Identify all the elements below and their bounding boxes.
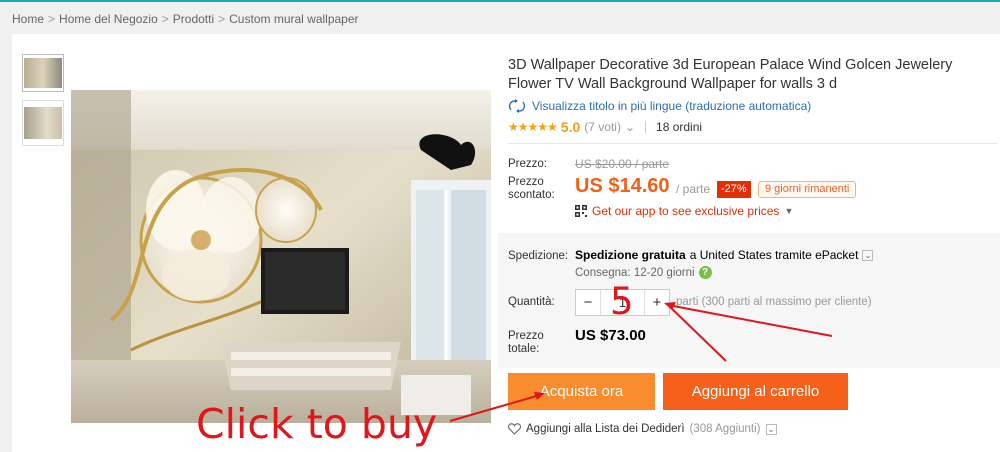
wishlist-dropdown-icon[interactable]: ⌄ <box>765 423 777 435</box>
quantity-label: Quantità: <box>508 296 555 308</box>
product-main-image[interactable] <box>71 90 491 423</box>
discount-badge: -27% <box>717 181 751 198</box>
breadcrumb-separator: > <box>161 12 169 26</box>
thumbnail-image <box>24 107 62 139</box>
original-price: US $20.00 / parte <box>575 157 670 171</box>
top-accent-bar <box>0 0 1000 2</box>
translate-link-text[interactable]: Visualizza titolo in più lingue (traduzi… <box>532 99 811 113</box>
translate-title-link[interactable]: Visualizza titolo in più lingue (traduzi… <box>508 99 811 113</box>
divider <box>645 121 647 133</box>
app-prices-link[interactable]: Get our app to see exclusive prices ▼ <box>575 204 793 218</box>
total-price: US $73.00 <box>575 327 646 344</box>
add-to-cart-button[interactable]: Aggiungi al carrello <box>663 373 848 410</box>
app-prices-text[interactable]: Get our app to see exclusive prices <box>592 204 779 218</box>
chevron-down-icon[interactable]: ⌄ <box>625 120 635 134</box>
breadcrumb-products[interactable]: Prodotti <box>173 12 214 26</box>
total-price-label: Prezzo totale: <box>508 330 544 355</box>
heart-icon <box>508 423 521 435</box>
days-left-badge: 9 giorni rimanenti <box>758 181 857 198</box>
breadcrumb-separator: > <box>48 12 56 26</box>
shipping-destination: a United States tramite ePacket <box>689 248 859 262</box>
price-unit: / parte <box>676 182 711 196</box>
rating-row: ★★★★★ 5.0 (7 voti) ⌄ 18 ordini <box>508 119 702 135</box>
breadcrumb-separator: > <box>218 12 226 26</box>
discount-price: US $14.60 <box>575 175 670 197</box>
quantity-decrease-button[interactable]: − <box>576 290 600 315</box>
help-icon[interactable]: ? <box>698 266 712 279</box>
price-label: Prezzo: <box>508 158 547 170</box>
rating-votes[interactable]: (7 voti) <box>584 120 621 134</box>
rating-score: 5.0 <box>560 119 581 135</box>
shipping-dropdown-icon[interactable]: ⌄ <box>862 249 874 261</box>
quantity-hint: parti (300 parti al massimo per cliente) <box>676 296 872 308</box>
qr-code-icon <box>575 205 587 217</box>
thumbnail-1[interactable] <box>22 54 64 92</box>
delivery-info: Consegna: 12-20 giorni ? <box>575 266 712 279</box>
shipping-label: Spedizione: <box>508 250 569 262</box>
thumbnail-image <box>24 58 62 88</box>
wishlist-text[interactable]: Aggiungi alla Lista dei Dediderì <box>526 423 685 435</box>
divider <box>508 143 998 144</box>
breadcrumb: Home > Home del Negozio > Prodotti > Cus… <box>12 12 359 26</box>
breadcrumb-store-home[interactable]: Home del Negozio <box>59 12 158 26</box>
quantity-increase-button[interactable]: + <box>645 290 669 315</box>
caret-down-icon[interactable]: ▼ <box>784 206 793 216</box>
shipping-info: Spedizione gratuita a United States tram… <box>575 248 874 262</box>
thumbnail-2[interactable] <box>22 100 64 146</box>
annotation-click-to-buy: Click to buy <box>196 400 438 448</box>
free-shipping-text: Spedizione gratuita <box>575 248 686 262</box>
annotation-quantity-number: 5 <box>610 280 634 323</box>
orders-count: 18 ordini <box>656 120 703 134</box>
star-rating-icon: ★★★★★ <box>508 120 558 134</box>
product-title: 3D Wallpaper Decorative 3d European Pala… <box>508 57 953 92</box>
breadcrumb-category[interactable]: Custom mural wallpaper <box>229 12 358 26</box>
wishlist-link[interactable]: Aggiungi alla Lista dei Dediderì (308 Ag… <box>508 423 777 435</box>
delivery-time: Consegna: 12-20 giorni <box>575 266 695 279</box>
translate-icon <box>508 99 526 113</box>
wishlist-count: (308 Aggiunti) <box>689 423 761 435</box>
buy-now-button[interactable]: Acquista ora <box>508 373 655 410</box>
breadcrumb-home[interactable]: Home <box>12 12 44 26</box>
discount-price-label: Prezzo scontato: <box>508 176 555 201</box>
